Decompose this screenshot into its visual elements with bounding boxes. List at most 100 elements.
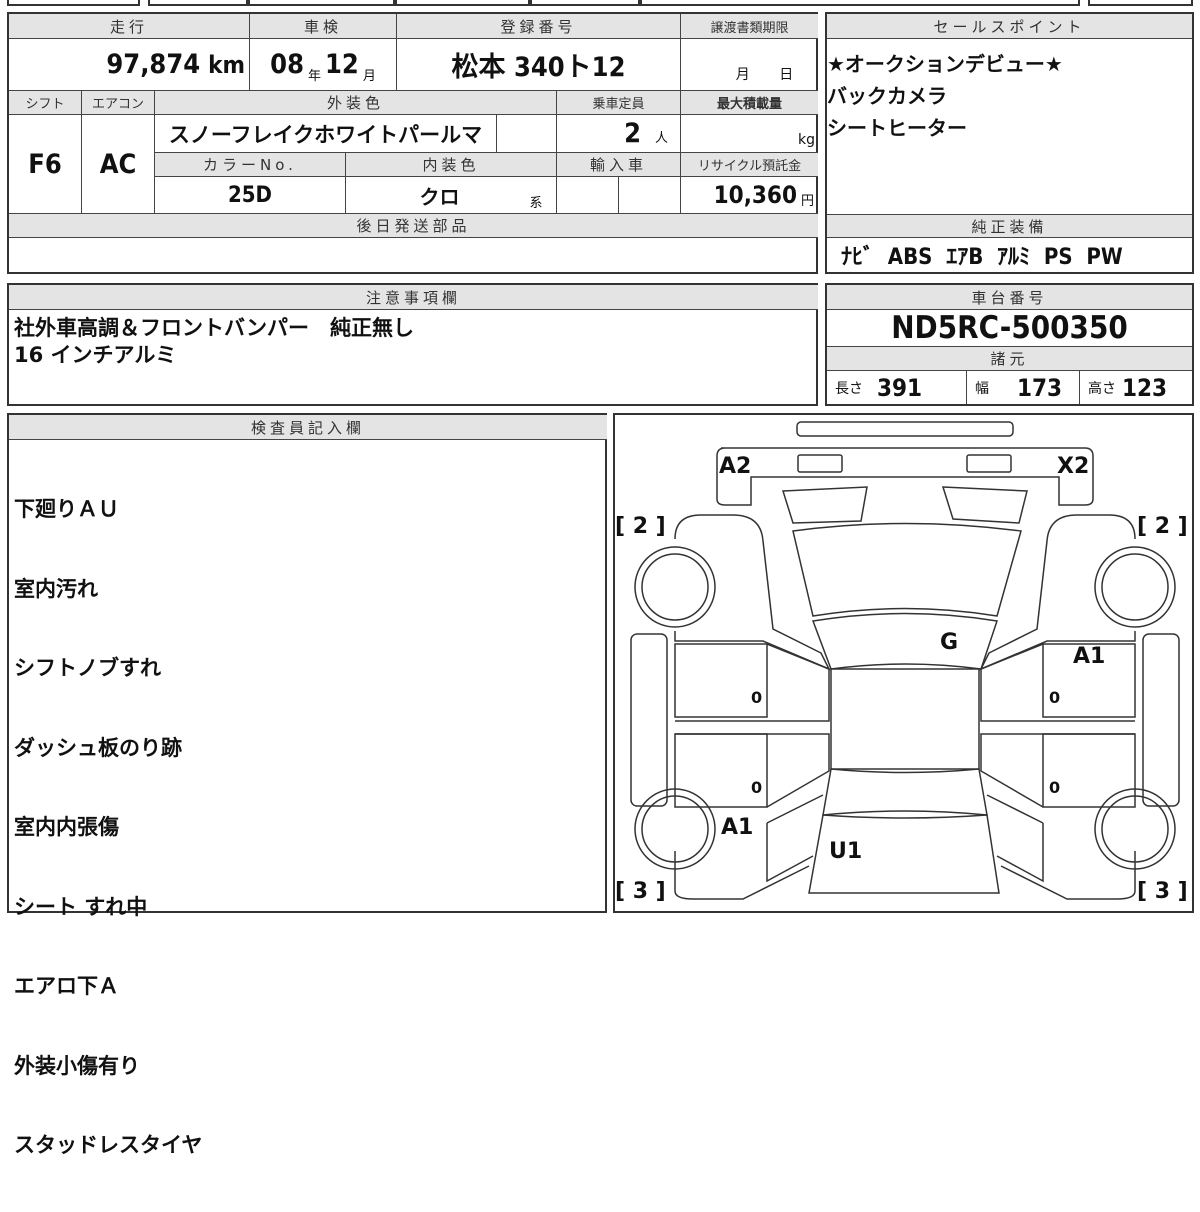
aircon-cell: AC <box>82 115 155 214</box>
inspector-item: ダッシュ板のり跡 <box>14 735 182 760</box>
imported-header: 輸入車 <box>557 153 681 177</box>
car-diagram: A2 X2 [ 2 ] [ 2 ] G A1 A1 U1 [ 3 ] [ 3 ]… <box>615 421 1188 901</box>
aircon-header: エアコン <box>82 91 155 115</box>
front-bumper-bar <box>796 421 1014 437</box>
top-strip-box <box>640 0 1080 6</box>
sales-points-panel: セールスポイント ★オークションデビュー★ バックカメラ シートヒーター 純正装… <box>825 12 1194 274</box>
sales-point-item: ★オークションデビュー★ <box>827 52 1063 76</box>
inspector-item: 外装小傷有り <box>14 1053 140 1078</box>
interior-color-value: クロ <box>419 184 460 209</box>
notes-header: 注意事項欄 <box>9 285 818 310</box>
registration-value: 松本 340ト12 <box>451 52 626 83</box>
capacity-value: 2 <box>624 118 641 149</box>
color-no-value: 25D <box>228 182 272 208</box>
zero-mark: 0 <box>1049 688 1060 707</box>
capacity-cell: 2 人 <box>557 115 681 153</box>
capacity-header: 乗車定員 <box>557 91 681 115</box>
registration-header: 登録番号 <box>397 14 681 39</box>
mark-roof: G <box>940 630 958 655</box>
front-left-fender <box>674 514 831 671</box>
sales-points-list: ★オークションデビュー★ バックカメラ シートヒーター <box>827 48 1063 144</box>
length-cell: 長さ 391 <box>827 371 967 404</box>
height-value: 123 <box>1122 373 1168 402</box>
mark-front-left: A2 <box>719 454 751 479</box>
grille-left <box>781 486 868 524</box>
registration-cell: 松本 340ト12 <box>397 39 681 91</box>
later-parts-cell <box>9 238 818 272</box>
mileage-value: 97,874 <box>106 49 201 80</box>
front-right-tire <box>1094 546 1176 628</box>
rear-left-quarter <box>674 794 824 900</box>
right-sill <box>1142 633 1180 807</box>
mileage-header: 走行 <box>9 14 250 39</box>
grille-right <box>941 486 1028 524</box>
front-left-wheel <box>641 553 709 621</box>
inspector-panel: 検査員記入欄 下廻りＡＵ 室内汚れ シフトノブすれ ダッシュ板のり跡 室内内張傷… <box>7 413 607 1157</box>
top-strip-box <box>530 0 640 6</box>
mileage-unit: km <box>208 50 245 79</box>
imported-cell-2 <box>619 177 681 214</box>
sales-points-header: セールスポイント <box>827 14 1192 39</box>
capacity-unit: 人 <box>654 131 668 146</box>
recycle-fee-cell: 10,360 円 <box>681 177 818 214</box>
note-item: 社外車高調＆フロントバンパー 純正無し <box>14 316 415 340</box>
shift-value: F6 <box>28 148 62 180</box>
mark-front-right-tire: [ 2 ] <box>1137 514 1188 539</box>
mark-rear-right-tire: [ 3 ] <box>1137 879 1188 901</box>
roof <box>830 668 980 770</box>
exterior-color-header: 外装色 <box>155 91 557 115</box>
inspector-item: スタッドレスタイヤ <box>14 1133 203 1157</box>
length-value: 391 <box>877 373 923 402</box>
windshield <box>811 612 998 670</box>
inspector-header: 検査員記入欄 <box>9 415 607 440</box>
year-unit: 年 <box>307 69 321 84</box>
color-no-header: カラーNo. <box>155 153 346 177</box>
car-diagram-panel: A2 X2 [ 2 ] [ 2 ] G A1 A1 U1 [ 3 ] [ 3 ]… <box>613 413 1194 913</box>
transfer-deadline-cell: 月 日 <box>681 39 818 91</box>
top-strip-box <box>1088 0 1193 6</box>
headlight-right <box>966 454 1012 473</box>
month-unit: 月 <box>362 69 376 84</box>
interior-color-unit: 系 <box>529 196 543 211</box>
height-label: 高さ <box>1088 380 1116 397</box>
rear-window <box>822 768 988 816</box>
standard-equipment-cell: ﾅﾋﾞ ABS ｴｱB ｱﾙﾐ PS PW <box>827 238 1192 272</box>
front-right-wheel <box>1101 553 1169 621</box>
inspection-year: 08 <box>270 49 304 80</box>
inspector-item: シフトノブすれ <box>14 656 161 680</box>
chassis-header: 車台番号 <box>827 285 1192 310</box>
mileage-cell: 97,874 km <box>9 39 250 91</box>
mark-trunk: U1 <box>829 839 862 864</box>
max-load-header: 最大積載量 <box>681 91 818 115</box>
sales-point-item: シートヒーター <box>827 116 967 140</box>
mark-front-left-tire: [ 2 ] <box>615 514 666 539</box>
deadline-month-unit: 月 <box>735 67 750 83</box>
width-label: 幅 <box>975 380 989 397</box>
recycle-fee-header: リサイクル預託金 <box>681 153 818 177</box>
mark-rear-left-door: A1 <box>721 815 753 840</box>
left-sill <box>630 633 668 807</box>
transfer-deadline-header: 譲渡書類期限 <box>681 14 818 39</box>
aircon-value: AC <box>99 148 137 180</box>
rear-right-quarter <box>986 794 1136 900</box>
blank-cell <box>497 115 557 153</box>
width-cell: 幅 173 <box>967 371 1080 404</box>
inspector-item: エアロ下Ａ <box>14 974 119 998</box>
inspector-item: シート すれ中 <box>14 894 148 919</box>
note-item: 16 インチアルミ <box>14 343 177 367</box>
mark-front-right: X2 <box>1057 454 1089 479</box>
exterior-color-cell: スノーフレイクホワイトパールマ <box>155 115 497 153</box>
height-cell: 高さ 123 <box>1080 371 1192 404</box>
notes-list: 社外車高調＆フロントバンパー 純正無し 16 インチアルミ <box>14 315 414 369</box>
top-strip-box <box>395 0 530 6</box>
front-bumper <box>716 447 1094 506</box>
exterior-color-value: スノーフレイクホワイトパールマ <box>168 122 483 147</box>
standard-equipment-header: 純正装備 <box>827 214 1192 238</box>
interior-color-cell: クロ 系 <box>346 177 557 214</box>
interior-color-header: 内装色 <box>346 153 557 177</box>
headlight-left <box>797 454 843 473</box>
mark-right-door: A1 <box>1073 644 1105 669</box>
width-value: 173 <box>1017 373 1063 402</box>
front-left-tire <box>634 546 716 628</box>
inspector-item: 下廻りＡＵ <box>14 497 119 521</box>
